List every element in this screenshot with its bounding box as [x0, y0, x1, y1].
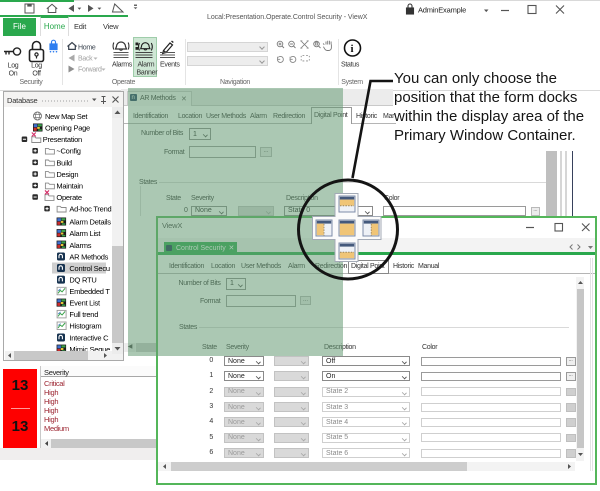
svg-text:DQ RTU: DQ RTU: [69, 275, 96, 284]
svg-text:Alarm List: Alarm List: [69, 229, 101, 238]
svg-text:Control Secu: Control Secu: [69, 264, 109, 273]
svg-text:Status: Status: [341, 62, 360, 69]
svg-text:Build: Build: [56, 158, 72, 167]
svg-text:Home: Home: [78, 45, 96, 52]
svg-text:Back: Back: [78, 56, 93, 63]
svg-text:Interactive C: Interactive C: [69, 333, 109, 342]
svg-text:Off: Off: [32, 71, 41, 78]
svg-text:Presentation: Presentation: [43, 135, 82, 144]
svg-text:Alarm Details: Alarm Details: [69, 218, 111, 227]
svg-text:Histogram: Histogram: [69, 322, 101, 331]
svg-text:Alarm: Alarm: [138, 62, 155, 69]
svg-text:Full trend: Full trend: [69, 310, 98, 319]
svg-text:Design: Design: [56, 170, 78, 179]
svg-text:Maintain: Maintain: [56, 181, 82, 190]
svg-text:Ad-hoc Trend: Ad-hoc Trend: [69, 205, 111, 214]
svg-text:Opening Page: Opening Page: [45, 124, 90, 133]
svg-text:Alarms: Alarms: [112, 62, 133, 69]
svg-text:Event List: Event List: [69, 299, 101, 308]
svg-text:Events: Events: [160, 62, 180, 69]
svg-text:i: i: [351, 43, 354, 55]
svg-text:~Config: ~Config: [56, 147, 80, 156]
svg-text:On: On: [9, 71, 18, 78]
svg-text:Embedded T: Embedded T: [69, 287, 110, 296]
svg-text:AdminExample: AdminExample: [418, 6, 466, 15]
svg-text:Forward: Forward: [78, 67, 102, 74]
svg-text:Log: Log: [8, 63, 19, 70]
svg-text:AR Methods: AR Methods: [69, 252, 108, 261]
svg-text:Alarms: Alarms: [69, 241, 91, 250]
svg-text:Operate: Operate: [56, 193, 81, 202]
svg-text:Banner: Banner: [137, 70, 159, 77]
svg-text:New Map Set: New Map Set: [45, 112, 88, 121]
svg-text:Log: Log: [31, 63, 42, 70]
